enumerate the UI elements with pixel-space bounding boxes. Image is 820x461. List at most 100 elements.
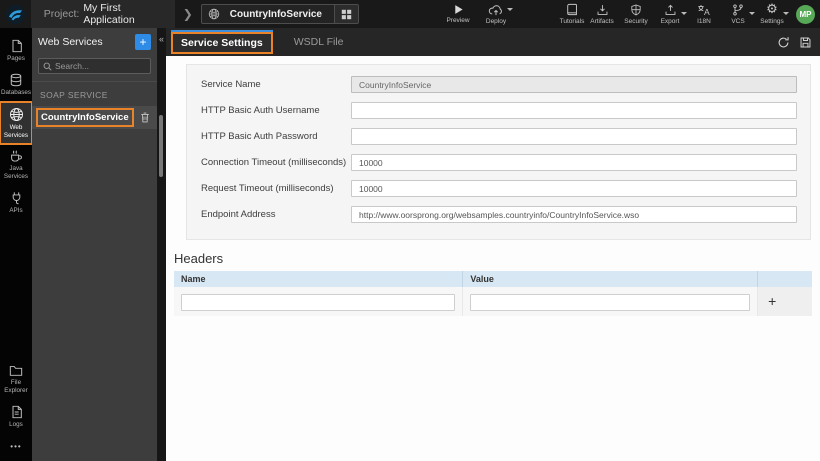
tutorials-button[interactable]: Tutorials bbox=[557, 0, 587, 28]
vcs-button[interactable]: VCS bbox=[723, 4, 755, 25]
headers-table: Name Value + bbox=[174, 271, 812, 316]
tab-bar: Service Settings WSDL File bbox=[166, 28, 820, 56]
export-caret-icon bbox=[681, 11, 687, 15]
sidebar-item-logs[interactable]: Logs bbox=[0, 400, 32, 434]
headers-section-title: Headers bbox=[174, 251, 224, 266]
endpoint-address-field[interactable] bbox=[351, 206, 797, 223]
sidebar-item-databases[interactable]: Databases bbox=[0, 68, 32, 102]
form-row-password: HTTP Basic Auth Password bbox=[201, 128, 797, 145]
plug-icon bbox=[12, 192, 20, 205]
deploy-button[interactable]: Deploy bbox=[481, 0, 513, 28]
globe-icon bbox=[9, 107, 23, 121]
project-name: My First Application bbox=[83, 2, 135, 26]
tabbar-actions bbox=[777, 36, 820, 49]
project-breadcrumb[interactable]: Project: My First Application bbox=[30, 0, 175, 28]
save-button[interactable] bbox=[799, 36, 812, 49]
sidebar-item-file-explorer[interactable]: File Explorer bbox=[0, 359, 32, 400]
more-options-icon[interactable]: ••• bbox=[0, 434, 32, 461]
header-value-input[interactable] bbox=[470, 293, 751, 311]
search-icon bbox=[43, 62, 52, 71]
book-icon bbox=[567, 3, 577, 16]
body-row: Pages Databases Web Services Java Servic… bbox=[0, 28, 820, 461]
refresh-button[interactable] bbox=[777, 36, 790, 49]
http-password-label: HTTP Basic Auth Password bbox=[201, 131, 318, 142]
app-window: Project: My First Application ❯ CountryI… bbox=[0, 0, 820, 461]
headers-table-head: Name Value bbox=[174, 271, 812, 287]
i18n-button[interactable]: A I18N bbox=[689, 4, 719, 25]
user-avatar[interactable]: MP bbox=[796, 4, 815, 24]
save-icon bbox=[800, 37, 811, 47]
sidebar-item-apis[interactable]: APIs bbox=[0, 186, 32, 220]
endpoint-address-label: Endpoint Address bbox=[201, 209, 276, 220]
settings-caret-icon bbox=[783, 11, 789, 15]
name-column-header: Name bbox=[181, 274, 206, 284]
http-username-label: HTTP Basic Auth Username bbox=[201, 105, 320, 116]
service-settings-content: Service Name HTTP Basic Auth Username HT… bbox=[166, 56, 820, 461]
cloud-upload-icon bbox=[488, 4, 502, 15]
form-row-connection-timeout: Connection Timeout (milliseconds) bbox=[201, 154, 797, 171]
connection-timeout-label: Connection Timeout (milliseconds) bbox=[201, 157, 347, 168]
search-box[interactable] bbox=[38, 58, 151, 74]
panel-header: Web Services + bbox=[32, 28, 157, 55]
service-list-item[interactable]: CountryInfoService bbox=[32, 106, 157, 129]
http-password-field[interactable] bbox=[351, 128, 797, 145]
tab-wsdl-file[interactable]: WSDL File bbox=[288, 32, 350, 52]
play-icon bbox=[454, 5, 463, 14]
artifacts-button[interactable]: Artifacts bbox=[587, 4, 617, 25]
page-icon bbox=[12, 39, 22, 53]
service-tab[interactable]: CountryInfoService bbox=[200, 4, 359, 24]
security-button[interactable]: Security bbox=[621, 4, 651, 25]
settings-button[interactable]: ⚙ Settings bbox=[757, 3, 789, 25]
preview-button[interactable]: Preview bbox=[443, 0, 473, 28]
sidebar-item-pages[interactable]: Pages bbox=[0, 34, 32, 68]
panel-scrollbar[interactable] bbox=[159, 115, 163, 177]
header-actions-cell: + bbox=[757, 287, 812, 316]
header-value-cell bbox=[462, 287, 757, 316]
globe-icon bbox=[202, 5, 226, 23]
shield-icon bbox=[631, 4, 641, 15]
export-button[interactable]: Export bbox=[655, 4, 687, 25]
header-name-cell bbox=[174, 287, 462, 316]
sidebar-item-java-services[interactable]: Java Services bbox=[0, 144, 32, 186]
service-item-label: CountryInfoService bbox=[36, 108, 134, 127]
form-row-request-timeout: Request Timeout (milliseconds) bbox=[201, 180, 797, 197]
add-service-button[interactable]: + bbox=[135, 33, 151, 50]
left-rail: Pages Databases Web Services Java Servic… bbox=[0, 28, 33, 461]
collapse-panel-button[interactable]: « bbox=[157, 32, 166, 46]
value-column-header: Value bbox=[462, 271, 757, 287]
web-services-panel: Web Services + SOAP SERVICE CountryInfoS… bbox=[32, 28, 157, 461]
panel-collapse-strip: « bbox=[157, 28, 166, 461]
tab-service-settings[interactable]: Service Settings bbox=[171, 30, 273, 54]
actions-column-header bbox=[757, 271, 812, 287]
service-tab-label: CountryInfoService bbox=[229, 8, 322, 20]
log-file-icon bbox=[12, 405, 22, 419]
delete-service-button[interactable] bbox=[140, 112, 150, 123]
sidebar-item-web-services[interactable]: Web Services bbox=[0, 100, 33, 146]
request-timeout-label: Request Timeout (milliseconds) bbox=[201, 183, 334, 194]
panel-title: Web Services bbox=[38, 35, 103, 48]
http-username-field[interactable] bbox=[351, 102, 797, 119]
rail-spacer bbox=[0, 220, 32, 359]
main-area: Service Settings WSDL File Service Name … bbox=[166, 28, 820, 461]
request-timeout-field[interactable] bbox=[351, 180, 797, 197]
branch-icon bbox=[733, 4, 743, 15]
top-bar: Project: My First Application ❯ CountryI… bbox=[0, 0, 820, 28]
search-input[interactable] bbox=[55, 61, 146, 71]
grid-icon[interactable] bbox=[334, 5, 358, 23]
project-prefix: Project: bbox=[43, 8, 80, 20]
translate-icon: A bbox=[698, 4, 710, 16]
database-icon bbox=[10, 73, 22, 87]
soap-service-section-label: SOAP SERVICE bbox=[40, 90, 108, 100]
connection-timeout-field[interactable] bbox=[351, 154, 797, 171]
service-settings-form: Service Name HTTP Basic Auth Username HT… bbox=[186, 64, 811, 240]
trash-icon bbox=[141, 112, 149, 123]
vcs-caret-icon bbox=[749, 11, 755, 15]
svg-text:A: A bbox=[704, 7, 710, 16]
header-name-input[interactable] bbox=[181, 293, 456, 311]
breadcrumb-chevron-icon: ❯ bbox=[182, 7, 193, 21]
header-row: + bbox=[174, 287, 812, 316]
download-tray-icon bbox=[597, 4, 607, 15]
add-header-button[interactable]: + bbox=[768, 294, 776, 308]
service-name-field bbox=[351, 76, 797, 93]
app-logo[interactable] bbox=[0, 0, 31, 28]
